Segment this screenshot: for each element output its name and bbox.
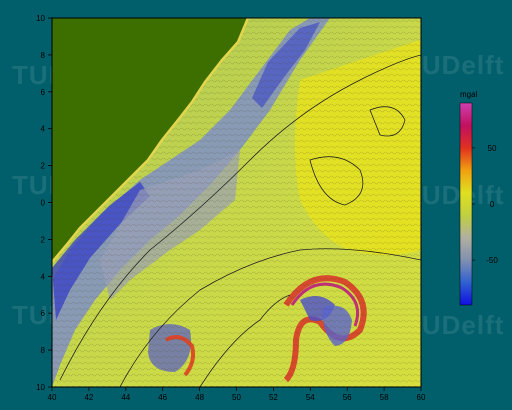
colorbar-unit-label: mgal [460,90,478,99]
x-tick-label: 48 [195,393,204,402]
x-tick-label: 50 [232,393,241,402]
x-tick-label: 42 [84,393,93,402]
y-tick-label: 2 [41,235,46,244]
y-tick-label: 8 [41,346,46,355]
y-tick-label: 10 [36,383,45,392]
x-tick-label: 40 [48,393,57,402]
y-axis: 10 8 6 4 2 0 2 4 6 8 10 [36,14,52,392]
x-tick-label: 58 [380,393,389,402]
colorbar-tick-label: -50 [486,256,498,265]
colorbar-tick-label: 50 [488,144,497,153]
x-axis: 40 42 44 46 48 50 52 54 56 58 60 [48,387,426,402]
y-tick-label: 8 [41,51,46,60]
x-tick-label: 56 [343,393,352,402]
y-tick-label: 4 [41,125,46,134]
x-tick-label: 52 [269,393,278,402]
y-tick-label: 4 [41,272,46,281]
gravity-anomaly-map: 40 42 44 46 48 50 52 54 56 58 60 1086420246810 mga… [36,14,498,402]
x-tick-label: 44 [121,393,130,402]
colorbar-tick-label: 0 [490,200,495,209]
colorbar-ticks: 50 0 -50 [472,144,498,265]
y-tick-label: 10 [36,14,45,23]
x-tick-label: 60 [417,393,426,402]
x-tick-label: 46 [158,393,167,402]
y-tick-label: 6 [41,309,46,318]
colorbar-gradient [459,102,473,306]
x-tick-label: 54 [306,393,315,402]
y-tick-label: 0 [41,199,46,208]
plot-area [52,18,421,387]
y-tick-label: 2 [41,162,46,171]
colorbar: mgal 50 0 -50 [459,90,498,306]
y-tick-label: 6 [41,88,46,97]
